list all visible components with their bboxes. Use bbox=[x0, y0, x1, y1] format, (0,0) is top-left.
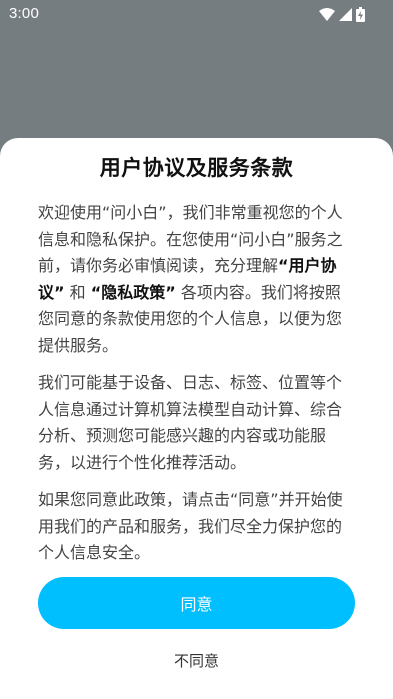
wifi-icon bbox=[319, 7, 335, 21]
battery-charging-icon bbox=[356, 6, 365, 22]
privacy-policy-link[interactable]: “隐私政策” bbox=[91, 283, 176, 302]
privacy-dialog: 用户协议及服务条款 欢迎使用“问小白”，我们非常重视您的个人信息和隐私保护。在您… bbox=[0, 138, 393, 699]
consent-paragraph: 如果您同意此政策，请点击“同意”并开始使用我们的产品和服务，我们尽全力保护您的个… bbox=[38, 490, 343, 562]
and-text: 和 bbox=[64, 282, 91, 302]
dialog-title: 用户协议及服务条款 bbox=[99, 156, 294, 180]
status-time: 3:00 bbox=[9, 5, 39, 22]
personalization-paragraph: 我们可能基于设备、日志、标签、位置等个人信息通过计算机算法模型自动计算、综合分析… bbox=[38, 373, 343, 472]
status-icons bbox=[319, 6, 365, 22]
cell-signal-icon bbox=[339, 7, 352, 21]
disagree-button[interactable]: 不同意 bbox=[0, 650, 393, 671]
intro-paragraph: 欢迎使用“问小白”，我们非常重视您的个人信息和隐私保护。在您使用“问小白”服务之… bbox=[38, 200, 356, 359]
status-bar: 3:00 bbox=[0, 0, 393, 28]
agree-button[interactable]: 同意 bbox=[38, 577, 355, 629]
dialog-body: 欢迎使用“问小白”，我们非常重视您的个人信息和隐私保护。在您使用“问小白”服务之… bbox=[38, 200, 356, 578]
